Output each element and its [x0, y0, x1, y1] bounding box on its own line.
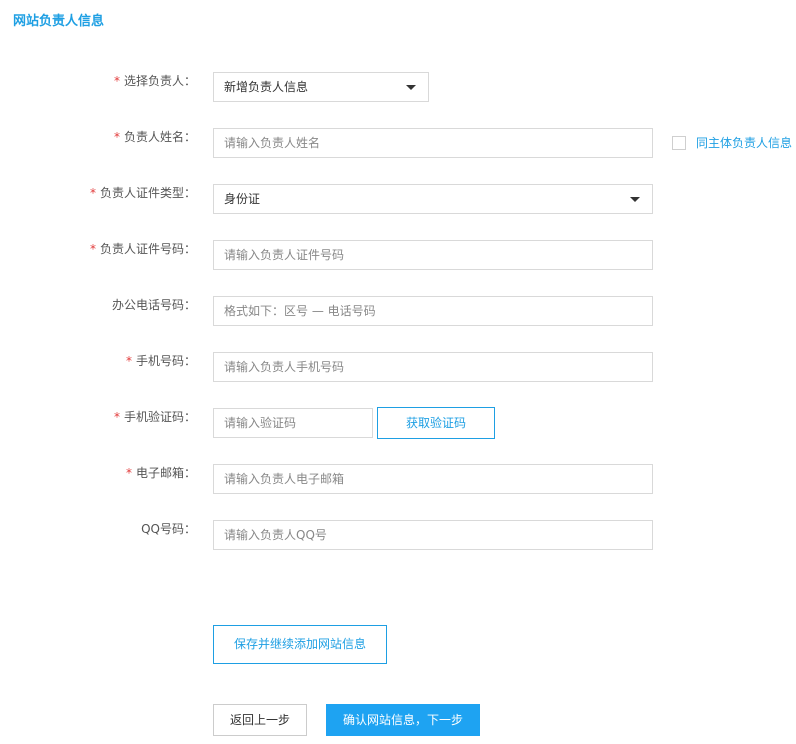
get-sms-code-button[interactable]: 获取验证码 — [377, 407, 495, 439]
back-button[interactable]: 返回上一步 — [213, 704, 307, 736]
confirm-next-button[interactable]: 确认网站信息，下一步 — [326, 704, 480, 736]
sms-code-input[interactable]: 请输入验证码 — [213, 408, 373, 438]
required-mark: * — [113, 130, 120, 144]
required-mark: * — [125, 466, 132, 480]
required-mark: * — [125, 354, 132, 368]
sms-code-label: * 手机验证码： — [113, 410, 196, 424]
owner-select-dropdown[interactable]: 新增负责人信息 — [213, 72, 429, 102]
qq-placeholder: 请输入负责人QQ号 — [224, 528, 327, 542]
save-continue-button[interactable]: 保存并继续添加网站信息 — [213, 625, 387, 664]
id-type-value: 身份证 — [224, 192, 261, 206]
office-phone-input[interactable]: 格式如下：区号 — 电话号码 — [213, 296, 653, 326]
required-mark: * — [89, 186, 96, 200]
chevron-down-icon — [630, 197, 640, 202]
required-mark: * — [113, 74, 120, 88]
required-mark: * — [113, 410, 120, 424]
sms-code-placeholder: 请输入验证码 — [224, 416, 297, 430]
checkbox-icon[interactable] — [672, 136, 686, 150]
owner-select-label: * 选择负责人： — [113, 74, 196, 88]
id-type-dropdown[interactable]: 身份证 — [213, 184, 653, 214]
office-phone-label: 办公电话号码： — [111, 298, 196, 312]
office-phone-placeholder: 格式如下：区号 — 电话号码 — [224, 304, 376, 318]
owner-name-placeholder: 请输入负责人姓名 — [224, 136, 321, 150]
required-mark: * — [89, 242, 96, 256]
email-label: * 电子邮箱： — [125, 466, 196, 480]
owner-select-value: 新增负责人信息 — [224, 80, 309, 94]
id-number-input[interactable]: 请输入负责人证件号码 — [213, 240, 653, 270]
section-title: 网站负责人信息 — [13, 14, 105, 29]
id-type-label: * 负责人证件类型： — [89, 186, 196, 200]
id-number-label: * 负责人证件号码： — [89, 242, 196, 256]
mobile-label: * 手机号码： — [125, 354, 196, 368]
id-number-placeholder: 请输入负责人证件号码 — [224, 248, 345, 262]
mobile-input[interactable]: 请输入负责人手机号码 — [213, 352, 653, 382]
same-as-subject-label[interactable]: 同主体负责人信息 — [696, 136, 792, 150]
chevron-down-icon — [406, 85, 416, 90]
mobile-placeholder: 请输入负责人手机号码 — [224, 360, 345, 374]
email-placeholder: 请输入负责人电子邮箱 — [224, 472, 345, 486]
same-as-subject-checkbox[interactable]: 同主体负责人信息 — [672, 136, 796, 152]
qq-label: QQ号码： — [141, 522, 196, 536]
owner-name-label: * 负责人姓名： — [113, 130, 196, 144]
email-input[interactable]: 请输入负责人电子邮箱 — [213, 464, 653, 494]
qq-input[interactable]: 请输入负责人QQ号 — [213, 520, 653, 550]
owner-name-input[interactable]: 请输入负责人姓名 — [213, 128, 653, 158]
